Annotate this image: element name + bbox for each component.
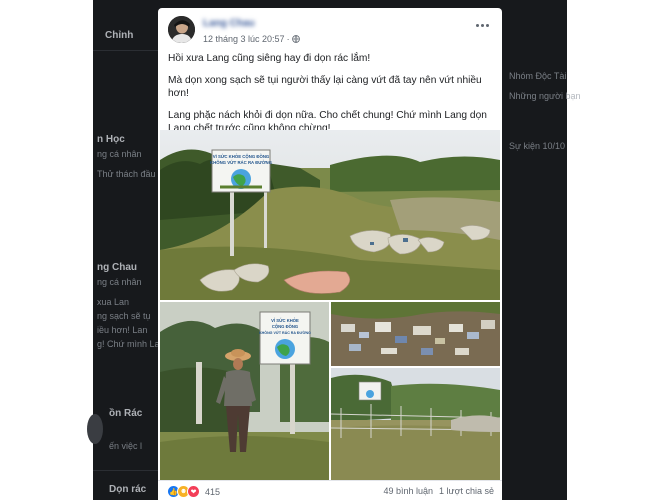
sign-text: KHÔNG VỨT RÁC RA ĐƯỜNG	[210, 160, 273, 165]
ghost-text: ng cá nhân	[97, 277, 142, 287]
ghost-text: n Học	[97, 134, 125, 145]
meta-separator: ·	[286, 34, 290, 44]
photo-trash-pile[interactable]	[331, 302, 500, 366]
post-footer: 👍 ☻ ❤ 415 49 bình luận 1 lượt chia sẻ	[158, 480, 502, 500]
divider	[93, 50, 158, 51]
comments-count-link[interactable]: 49 bình luận	[384, 486, 434, 496]
photo-fenced-lot[interactable]	[331, 368, 500, 480]
more-options-button[interactable]	[472, 18, 492, 32]
ghost-text: Nhóm Độc Tài	[509, 71, 567, 81]
photo-person-with-sign[interactable]: VÌ SỨC KHỎE CỘNG ĐỒNG KHÔNG VỨT RÁC RA Đ…	[160, 302, 329, 480]
ghost-text: ng Chau	[97, 262, 137, 273]
dot-icon	[475, 23, 479, 27]
ghost-text: ng cá nhân	[97, 149, 142, 159]
dot-icon	[485, 23, 489, 27]
ghost-text: ến việc l	[109, 441, 143, 451]
shares-count-link[interactable]: 1 lượt chia sẻ	[439, 486, 494, 496]
facebook-post-card: Lang Chau 12 tháng 3 lúc 20:57 · Hồi xưa…	[158, 8, 502, 500]
ghost-text: ng sạch sẽ tụ	[97, 311, 151, 321]
reaction-count: 415	[205, 486, 221, 497]
love-icon: ❤	[187, 485, 200, 498]
sign-text: VÌ SỨC KHỎE	[271, 318, 299, 323]
globe-icon	[291, 35, 300, 43]
ghost-text: Dọn rác	[109, 484, 147, 495]
ghost-text: g! Chứ mình Lan	[97, 339, 165, 349]
engagement-counts: 49 bình luận 1 lượt chia sẻ	[384, 486, 495, 496]
author-name[interactable]: Lang Chau	[203, 18, 255, 29]
post-paragraph: Mà dọn xong sạch sẽ tụi người thấy lại c…	[168, 74, 482, 100]
dot-icon	[480, 23, 484, 27]
ghost-text: Sự kiện 10/10	[509, 141, 566, 151]
sign-text: VÌ SỨC KHỎE CỘNG ĐỒNG	[213, 154, 270, 159]
post-header: Lang Chau 12 tháng 3 lúc 20:57 ·	[166, 14, 494, 46]
photo-grid: VÌ SỨC KHỎE CỘNG ĐỒNG KHÔNG VỨT RÁC RA Đ…	[160, 130, 502, 480]
ghost-text: Chỉnh	[105, 30, 134, 41]
ghost-text: Những người bạn	[509, 91, 581, 101]
ghost-text: xua Lan	[97, 297, 130, 307]
post-paragraph: Hồi xưa Lang cũng siêng hay đi dọn rác l…	[168, 53, 371, 64]
ghost-text: ồn Rác	[109, 408, 143, 419]
sign-text: KHÔNG VỨT RÁC RA ĐƯỜNG	[259, 330, 311, 335]
post-timestamp[interactable]: 12 tháng 3 lúc 20:57	[203, 34, 285, 44]
sign-text: CỘNG ĐỒNG	[272, 324, 298, 329]
photo-roadside-trash[interactable]: VÌ SỨC KHỎE CỘNG ĐỒNG KHÔNG VỨT RÁC RA Đ…	[160, 130, 500, 300]
author-avatar[interactable]	[168, 16, 195, 43]
divider	[93, 470, 158, 471]
ghost-text: iều hơn! Lan	[97, 325, 148, 335]
ghost-text: Thử thách đầu	[97, 169, 156, 179]
reactions-summary[interactable]: 👍 ☻ ❤ 415	[167, 485, 220, 498]
avatar	[87, 414, 103, 444]
post-meta: 12 tháng 3 lúc 20:57 ·	[203, 34, 300, 44]
